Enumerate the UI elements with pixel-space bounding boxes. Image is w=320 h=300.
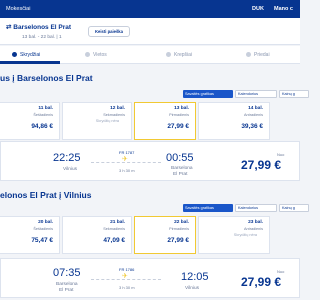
outbound-flight-card[interactable]: 22:25 Vilnius FR 1787 ✈ 3 h 30 m 00:55 B… — [0, 141, 300, 181]
date-label: 14 bal. — [248, 106, 263, 111]
date-card[interactable]: 14 bal. Antradienis 39,36 € — [198, 102, 270, 140]
departure-time: 07:35 — [53, 267, 81, 279]
step-bags[interactable]: Krepšiai — [166, 52, 192, 58]
date-card[interactable]: 11 bal. Šeštadienis 94,86 € — [0, 102, 60, 140]
change-search-button[interactable]: Keisti paieška — [88, 26, 130, 37]
no-flights-label: Skrydžių nėra — [95, 119, 119, 123]
price-from-label: Nuo — [277, 152, 285, 157]
weekday-label: Sekmadienis — [103, 227, 125, 231]
date-price: 27,99 € — [167, 123, 189, 130]
date-label: 13 bal. — [174, 106, 189, 111]
seat-icon — [85, 52, 90, 57]
date-card-selected[interactable]: 22 bal. Pirmadienis 27,99 € — [134, 216, 196, 254]
date-price: 39,36 € — [241, 123, 263, 130]
flight-duration: 3 h 30 m — [119, 168, 135, 173]
departure-city: Vilnius — [63, 167, 78, 172]
extras-icon — [246, 52, 251, 57]
weekday-label: Šeštadienis — [33, 113, 53, 117]
plane-icon — [12, 52, 17, 57]
arrival-airport: El Prat — [173, 172, 188, 177]
step-extras[interactable]: Priedai — [246, 52, 270, 58]
date-card: 12 bal. Sekmadienis Skrydžių nėra — [62, 102, 132, 140]
departure-city: Barselona — [56, 282, 78, 287]
outbound-date-strip: 11 bal. Šeštadienis 94,86 € 12 bal. Sekm… — [0, 102, 300, 140]
flight-price: 27,99 € — [241, 275, 282, 289]
faq-link[interactable]: DUK — [252, 6, 264, 12]
date-label: 12 bal. — [110, 106, 125, 111]
date-label: 20 bal. — [38, 220, 53, 225]
price-table-button[interactable]: Kainų g — [279, 90, 309, 98]
departure-airport: El Prat — [59, 288, 74, 293]
date-price: 75,47 € — [31, 237, 53, 244]
inbound-title: elonos El Prat į Vilnius — [0, 190, 92, 200]
fees-link[interactable]: Mokesčiai — [6, 6, 30, 12]
account-link[interactable]: Mano c — [274, 6, 293, 12]
flight-price: 27,99 € — [241, 158, 282, 172]
route-summary-bar: ⇄ Barselonos El Prat 13 bal. - 22 bal. |… — [0, 18, 300, 45]
plane-icon: ✈ — [122, 156, 128, 163]
arrival-time: 12:05 — [181, 271, 209, 283]
bag-icon — [166, 52, 171, 57]
step-flights[interactable]: Skrydžiai — [12, 52, 40, 58]
arrival-time: 00:55 — [166, 152, 194, 164]
calendar-button[interactable]: Kalendorius — [235, 204, 277, 212]
outbound-title: us į Barselonos El Prat — [0, 73, 93, 83]
week-grid-button[interactable]: Savaitės grafikas — [183, 90, 233, 98]
price-from-label: Nuo — [277, 269, 285, 274]
date-label: 11 bal. — [38, 106, 53, 111]
route-dates-passengers: 13 bal. - 22 bal. | 1 — [22, 35, 62, 40]
date-price: 47,09 € — [103, 237, 125, 244]
date-label: 23 bal. — [248, 220, 263, 225]
inbound-date-strip: 20 bal. Šeštadienis 75,47 € 21 bal. Sekm… — [0, 216, 300, 254]
departure-time: 22:25 — [53, 152, 81, 164]
date-card: 23 bal. Antradienis Skrydžių nėra — [198, 216, 270, 254]
active-step-indicator — [0, 61, 60, 64]
weekday-label: Sekmadienis — [103, 113, 125, 117]
date-price: 27,99 € — [167, 237, 189, 244]
date-label: 21 bal. — [110, 220, 125, 225]
date-card[interactable]: 20 bal. Šeštadienis 75,47 € — [0, 216, 60, 254]
flight-duration: 3 h 30 m — [119, 285, 135, 290]
date-price: 94,86 € — [31, 123, 53, 130]
weekday-label: Antradienis — [244, 227, 263, 231]
price-table-button[interactable]: Kainų g — [279, 204, 309, 212]
arrival-city: Vilnius — [185, 286, 200, 291]
inbound-flight-card[interactable]: 07:35 Barselona El Prat FR 1786 ✈ 3 h 30… — [0, 258, 300, 298]
weekday-label: Pirmadienis — [169, 227, 189, 231]
date-card[interactable]: 21 bal. Sekmadienis 47,09 € — [62, 216, 132, 254]
arrival-city: Barselona — [171, 166, 193, 171]
no-flights-label: Skrydžių nėra — [233, 233, 257, 237]
week-grid-button[interactable]: Savaitės grafikas — [183, 204, 233, 212]
calendar-button[interactable]: Kalendorius — [235, 90, 277, 98]
weekday-label: Šeštadienis — [33, 227, 53, 231]
top-navigation-bar: Mokesčiai DUK Mano c — [0, 0, 300, 18]
date-card-selected[interactable]: 13 bal. Pirmadienis 27,99 € — [134, 102, 196, 140]
booking-steps: Skrydžiai Vietos Krepšiai Priedai — [0, 46, 300, 64]
weekday-label: Antradienis — [244, 113, 263, 117]
step-seats[interactable]: Vietos — [85, 52, 107, 58]
weekday-label: Pirmadienis — [169, 113, 189, 117]
date-label: 22 bal. — [174, 220, 189, 225]
route-title: ⇄ Barselonos El Prat — [6, 24, 72, 31]
plane-icon: ✈ — [122, 273, 128, 280]
